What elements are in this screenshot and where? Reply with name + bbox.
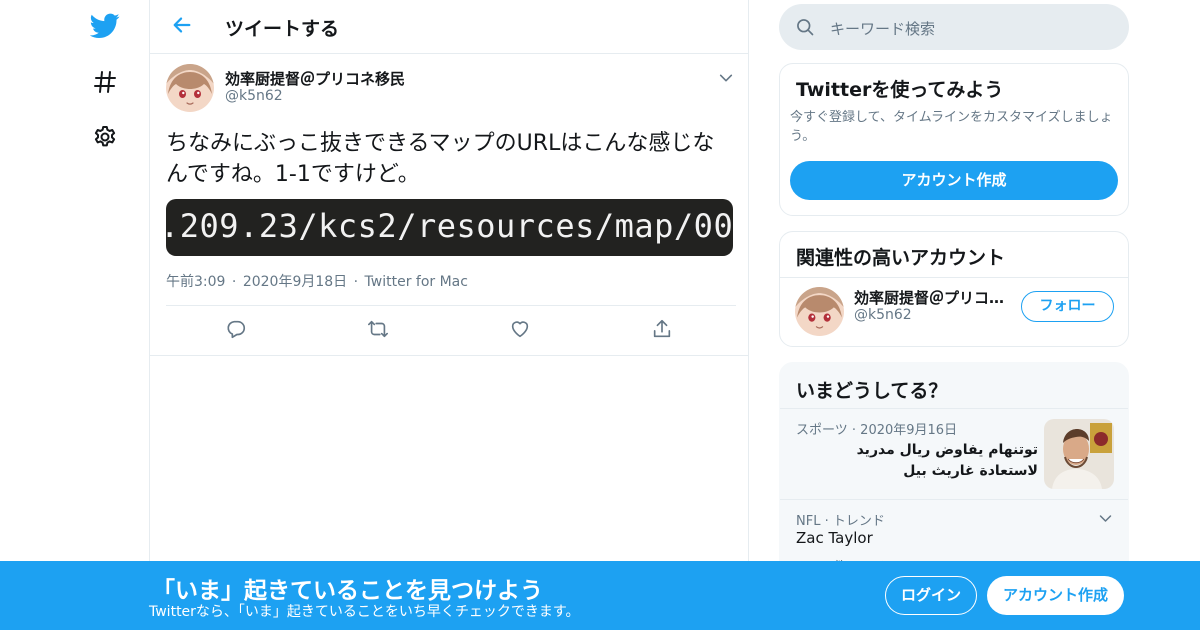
meta-separator: · xyxy=(353,274,359,290)
chevron-down-icon xyxy=(718,71,734,90)
follow-button[interactable]: フォロー xyxy=(1021,291,1114,322)
explore-button[interactable] xyxy=(85,62,125,102)
twitter-bird-icon xyxy=(90,13,120,39)
trend-thumbnail[interactable] xyxy=(1044,419,1114,489)
settings-button[interactable] xyxy=(85,117,125,157)
banner-subtitle: Twitterなら、「いま」起きていることをいち早くチェックできます。 xyxy=(149,604,580,620)
related-accounts-card: 関連性の高いアカウント 効率厨提督＠プリコネ移民 @k5n62 フォロー xyxy=(779,231,1129,347)
create-account-button[interactable]: アカウント作成 xyxy=(790,161,1118,200)
chevron-down-icon xyxy=(1098,511,1113,530)
trend-category: NFL · トレンド xyxy=(796,514,885,529)
author-name[interactable]: 効率厨提督＠プリコネ移民 xyxy=(225,68,405,89)
arrow-left-icon xyxy=(171,14,193,40)
trend-menu-button[interactable] xyxy=(1098,511,1113,530)
trend-headline[interactable]: توتنهام يفاوض ريال مدريد لاستعادة غاريث … xyxy=(810,440,1038,482)
related-account-name[interactable]: 効率厨提督＠プリコネ移民 xyxy=(854,287,1010,308)
hashtag-icon xyxy=(93,70,117,94)
trends-card-title: いまどうしてる？ xyxy=(796,380,948,402)
banner-create-account-button[interactable]: アカウント作成 xyxy=(987,576,1124,615)
meta-separator: · xyxy=(851,423,857,438)
divider xyxy=(780,277,1128,278)
tweet-actions xyxy=(166,305,736,355)
tweet-menu-button[interactable] xyxy=(718,70,734,90)
back-button[interactable] xyxy=(166,11,198,43)
meta-separator: · xyxy=(231,274,237,290)
trend-name[interactable]: Zac Taylor xyxy=(796,529,873,547)
search-box[interactable]: キーワード検索 xyxy=(779,4,1129,50)
trend-date: 2020年9月16日 xyxy=(860,423,958,438)
tweet-time[interactable]: 午前3:09 xyxy=(166,274,225,290)
main-header: ツイートする xyxy=(150,0,748,54)
reply-button[interactable] xyxy=(223,318,249,344)
reply-icon xyxy=(225,318,247,344)
trend-meta: スポーツ · 2020年9月16日 xyxy=(796,419,957,438)
twitter-logo-button[interactable] xyxy=(85,6,125,46)
tweet-image-text: .209.23/kcs2/resources/map/001 xyxy=(166,207,733,245)
search-placeholder: キーワード検索 xyxy=(830,20,936,38)
banner-title: 「いま」起きていることを見つけよう xyxy=(152,578,543,604)
signup-banner: 「いま」起きていることを見つけよう Twitterなら、「いま」起きていることを… xyxy=(0,561,1200,630)
retweet-button[interactable] xyxy=(365,318,391,344)
tweet-image[interactable]: .209.23/kcs2/resources/map/001 xyxy=(166,199,733,256)
signup-card-title: Twitterを使ってみよう xyxy=(796,79,1004,101)
tweet: 効率厨提督＠プリコネ移民 @k5n62 ちなみにぶっこ抜きできるマップのURLは… xyxy=(150,54,748,356)
search-icon xyxy=(795,17,815,41)
trend-category: スポーツ xyxy=(796,423,848,438)
like-icon xyxy=(509,318,531,344)
tweet-text: ちなみにぶっこ抜きできるマップのURLはこんな感じなんですね。1-1ですけど。 xyxy=(166,131,715,187)
related-account-handle[interactable]: @k5n62 xyxy=(854,307,912,323)
retweet-icon xyxy=(366,318,390,344)
tweet-metadata: 午前3:09 · 2020年9月18日 · Twitter for Mac xyxy=(166,271,470,291)
avatar[interactable] xyxy=(795,287,844,336)
tweet-date[interactable]: 2020年9月18日 xyxy=(243,274,347,290)
signup-description: 今すぐ登録して、タイムラインをカスタマイズしましょう。 xyxy=(790,110,1113,144)
share-icon xyxy=(651,318,673,344)
share-button[interactable] xyxy=(649,318,675,344)
like-button[interactable] xyxy=(507,318,533,344)
login-button[interactable]: ログイン xyxy=(885,576,977,615)
avatar[interactable] xyxy=(166,64,214,112)
page: ツイートする 効率厨提督＠プリコネ移民 @k5n62 ちなみにぶっこ抜きできるマ… xyxy=(0,0,1200,630)
author-handle[interactable]: @k5n62 xyxy=(225,88,283,104)
divider xyxy=(780,408,1128,409)
gear-icon xyxy=(93,125,117,149)
signup-card: Twitterを使ってみよう 今すぐ登録して、タイムラインをカスタマイズしましょ… xyxy=(779,63,1129,216)
page-title: ツイートする xyxy=(225,18,340,40)
main-column: ツイートする 効率厨提督＠プリコネ移民 @k5n62 ちなみにぶっこ抜きできるマ… xyxy=(149,0,749,630)
divider xyxy=(780,499,1128,500)
related-card-title: 関連性の高いアカウント xyxy=(796,247,1006,269)
tweet-source[interactable]: Twitter for Mac xyxy=(365,274,468,290)
